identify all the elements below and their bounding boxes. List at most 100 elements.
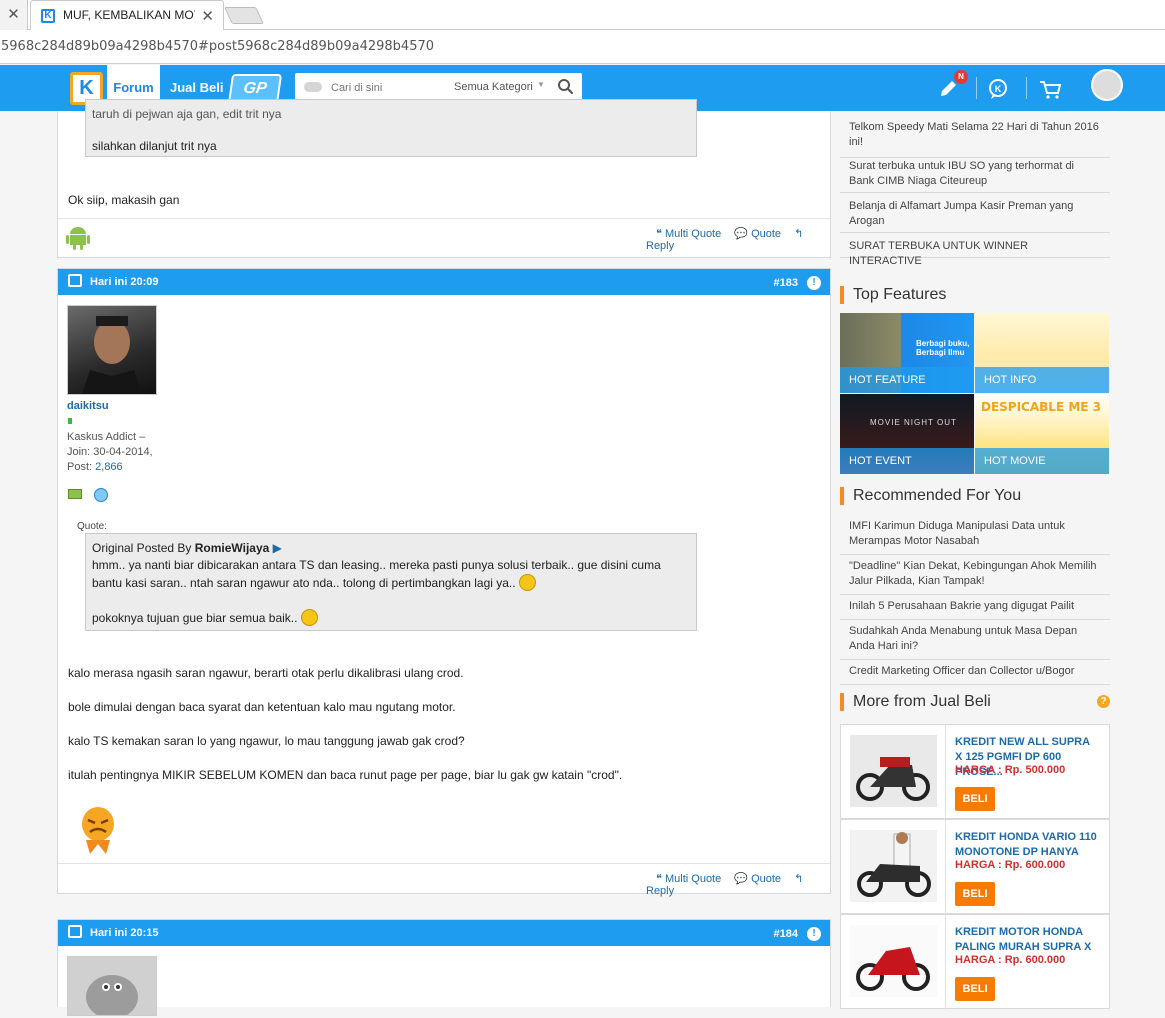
feature-tile-hot-feature[interactable]: Berbagi buku, Berbagi Ilmu HOT FEATURE	[840, 313, 974, 393]
tab-close-icon[interactable]: ✕	[201, 7, 214, 25]
quote-text: taruh di pejwan aja gan, edit trit nya	[92, 107, 282, 121]
quote-box: taruh di pejwan aja gan, edit trit nya s…	[85, 99, 697, 157]
recommended-link[interactable]: Credit Marketing Officer dan Collector u…	[840, 664, 1110, 685]
buy-button[interactable]: BELI	[955, 787, 995, 811]
feature-caption: DESPICABLE ME 3	[981, 400, 1101, 414]
quote-box: Original Posted By RomieWijaya ▶ hmm.. y…	[85, 533, 697, 631]
post-header: Hari ini 20:15 #184 !	[58, 920, 830, 946]
checkbox-icon[interactable]	[68, 925, 82, 938]
kaskus-favicon-icon: K	[41, 9, 55, 23]
jual-beli-title[interactable]: KREDIT MOTOR HONDA PALING MURAH SUPRA X	[955, 925, 1100, 955]
jual-beli-price: HARGA : Rp. 600.000	[955, 859, 1066, 871]
motorcycle-thumbnail[interactable]	[850, 925, 937, 997]
checkbox-icon[interactable]	[68, 274, 82, 287]
help-icon[interactable]: ?	[1097, 695, 1110, 708]
default-avatar-icon	[86, 975, 138, 1018]
divider	[945, 820, 946, 915]
post-card-182: taruh di pejwan aja gan, edit trit nya s…	[57, 99, 831, 258]
quote-text: bantu kasi saran.. ntah saran ngawur ato…	[92, 574, 690, 592]
jual-beli-item[interactable]: KREDIT HONDA VARIO 110 MONOTONE DP HANYA…	[840, 819, 1110, 915]
post-count-link[interactable]: 2,866	[95, 461, 123, 473]
sidebar-link[interactable]: Surat terbuka untuk IBU SO yang terhorma…	[840, 158, 1110, 193]
post-date: Hari ini 20:09	[90, 276, 159, 288]
view-post-icon[interactable]: ▶	[273, 541, 282, 555]
post-header: Hari ini 20:09 #183 !	[58, 269, 830, 295]
post-body-text: Ok siip, makasih gan	[68, 193, 180, 207]
feature-tile-hot-event[interactable]: MOVIE NIGHT OUT HOT EVENT	[840, 394, 974, 474]
badge-icon[interactable]	[68, 489, 82, 499]
sidebar-link[interactable]: Belanja di Alfamart Jumpa Kasir Preman y…	[840, 198, 1110, 233]
jual-beli-title[interactable]: KREDIT HONDA VARIO 110 MONOTONE DP HANYA	[955, 830, 1100, 860]
poster-avatar[interactable]	[67, 305, 157, 395]
divider	[58, 218, 830, 219]
recommended-link[interactable]: Inilah 5 Perusahaan Bakrie yang digugat …	[840, 599, 1110, 620]
search-input[interactable]	[331, 73, 441, 102]
sidebar-link[interactable]: SURAT TERBUKA UNTUK WINNER INTERACTIVE	[840, 238, 1110, 267]
post-actions: ❝ Multi Quote 💬 Quote ↰ Reply	[646, 872, 830, 897]
jual-beli-price: HARGA : Rp. 600.000	[955, 954, 1066, 966]
android-icon	[66, 227, 90, 250]
feature-caption: Berbagi buku, Berbagi Ilmu	[916, 339, 970, 357]
multi-quote-button[interactable]: ❝ Multi Quote	[656, 873, 721, 885]
search-category-select[interactable]: Semua Kategori	[454, 81, 533, 93]
recommended-link[interactable]: "Deadline" Kian Dekat, Kebingungan Ahok …	[840, 559, 1110, 595]
svg-text:K: K	[995, 84, 1002, 94]
report-icon[interactable]: !	[807, 276, 821, 290]
feature-label: HOT INFO	[975, 367, 1109, 393]
search-icon[interactable]	[556, 77, 576, 97]
url-text: 5968c284d89b09a4298b4570#post5968c284d89…	[1, 39, 435, 54]
nav-jual-beli[interactable]: Jual Beli	[170, 80, 223, 95]
buy-button[interactable]: BELI	[955, 977, 995, 1001]
quote-label: Quote:	[77, 521, 108, 532]
poster-username[interactable]: daikitsu	[67, 400, 109, 412]
buy-button[interactable]: BELI	[955, 882, 995, 906]
grin-smiley-icon	[518, 574, 536, 591]
search-box: Semua Kategori ▼	[295, 73, 582, 102]
poster-avatar[interactable]	[67, 956, 157, 1018]
chat-icon[interactable]: K	[983, 74, 1013, 104]
new-tab-button[interactable]	[224, 7, 264, 24]
recommended-link[interactable]: IMFI Karimun Diduga Manipulasi Data untu…	[840, 519, 1110, 555]
quote-text: hmm.. ya nanti biar dibicarakan antara T…	[92, 558, 661, 572]
online-indicator	[68, 418, 72, 424]
quote-button[interactable]: 💬 Quote	[734, 228, 781, 240]
divider	[945, 915, 946, 1010]
tab-title: MUF, KEMBALIKAN MOT	[63, 8, 195, 22]
report-icon[interactable]: !	[807, 927, 821, 941]
address-bar[interactable]: 5968c284d89b09a4298b4570#post5968c284d89…	[0, 30, 1165, 64]
feature-tile-hot-info[interactable]: HOT INFO	[975, 313, 1109, 393]
chevron-down-icon[interactable]: ▼	[537, 80, 545, 89]
multi-quote-button[interactable]: ❝ Multi Quote	[656, 228, 721, 240]
jual-beli-item[interactable]: KREDIT MOTOR HONDA PALING MURAH SUPRA X …	[840, 914, 1110, 1010]
cart-icon[interactable]	[1035, 74, 1065, 104]
close-icon[interactable]: ✕	[0, 0, 28, 30]
avatar-face	[82, 316, 142, 394]
jual-beli-item[interactable]: KREDIT NEW ALL SUPRA X 125 PGMFI DP 600 …	[840, 724, 1110, 820]
post-number[interactable]: #184	[774, 928, 798, 940]
header-divider	[1026, 77, 1027, 99]
post-body-text: kalo TS kemakan saran lo yang ngawur, lo…	[68, 734, 465, 748]
quote-text: pokoknya tujuan gue biar semua baik..	[92, 609, 690, 627]
notification-badge[interactable]: N	[954, 70, 968, 84]
divider	[945, 725, 946, 820]
divider	[58, 863, 830, 864]
motorcycle-thumbnail[interactable]	[850, 830, 937, 902]
browser-tab[interactable]: K MUF, KEMBALIKAN MOT ✕	[30, 0, 224, 31]
post-number[interactable]: #183	[774, 277, 798, 289]
motorcycle-thumbnail[interactable]	[850, 735, 937, 807]
search-toggle-icon[interactable]	[304, 82, 322, 92]
quote-attribution: Original Posted By RomieWijaya ▶	[92, 541, 282, 555]
angry-emoticon-icon	[82, 807, 114, 854]
quote-button[interactable]: 💬 Quote	[734, 873, 781, 885]
quote-author[interactable]: RomieWijaya	[195, 541, 270, 555]
badge-icon[interactable]	[94, 488, 108, 502]
feature-label: HOT EVENT	[840, 448, 974, 474]
feature-tile-hot-movie[interactable]: DESPICABLE ME 3 HOT MOVIE	[975, 394, 1109, 474]
sidebar-link[interactable]: Telkom Speedy Mati Selama 22 Hari di Tah…	[840, 118, 1110, 158]
feature-label: HOT FEATURE	[840, 367, 974, 393]
post-body-text: kalo merasa ngasih saran ngawur, berarti…	[68, 666, 464, 680]
poster-join-date: Join: 30-04-2014,	[67, 446, 153, 458]
recommended-link[interactable]: Sudahkah Anda Menabung untuk Masa Depan …	[840, 624, 1110, 660]
feature-label: HOT MOVIE	[975, 448, 1109, 474]
user-avatar[interactable]	[1091, 69, 1123, 101]
